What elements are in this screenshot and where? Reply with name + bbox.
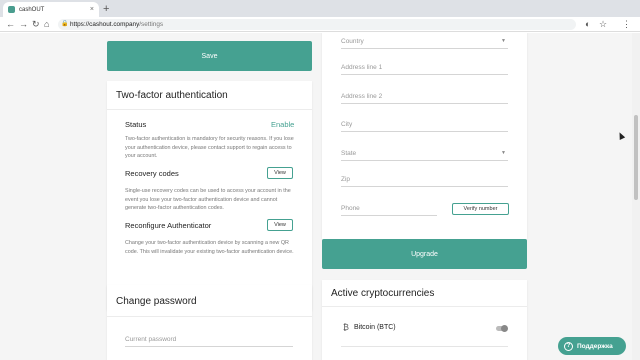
tab-title: cashOUT — [19, 6, 45, 13]
forward-icon[interactable]: → — [19, 18, 28, 30]
status-label: Status — [125, 120, 147, 129]
favicon-icon — [8, 6, 15, 13]
city-input[interactable]: City — [341, 121, 508, 132]
help-icon: ? — [564, 341, 573, 351]
chevron-down-icon: ▼ — [501, 150, 506, 156]
support-label: Поддержка — [577, 342, 613, 350]
reconfigure-description: Change your two-factor authentication de… — [125, 240, 294, 255]
list-item: ₿ Bitcoin (BTC) — [341, 323, 508, 347]
recovery-codes-label: Recovery codes — [125, 169, 179, 178]
change-password-card: Change password Current password — [107, 285, 312, 360]
change-password-title: Change password — [116, 296, 197, 307]
card-divider — [107, 316, 312, 317]
country-select[interactable]: Country ▼ — [341, 38, 508, 49]
save-button[interactable]: Save — [107, 41, 312, 71]
bitcoin-toggle[interactable] — [496, 325, 508, 332]
toggle-knob — [501, 325, 508, 332]
browser-menu-icon[interactable]: ⋮ — [622, 18, 631, 30]
reconfigure-authenticator-label: Reconfigure Authenticator — [125, 221, 212, 230]
page-scrollbar[interactable] — [632, 33, 640, 360]
address-line-1-input[interactable]: Address line 1 — [341, 64, 508, 75]
card-divider — [322, 306, 527, 307]
browser-tab-bar: cashOUT × + — [0, 0, 640, 17]
crypto-item-label: Bitcoin (BTC) — [354, 324, 396, 331]
close-tab-icon[interactable]: × — [90, 6, 94, 13]
bookmark-star-icon[interactable]: ☆ — [599, 18, 607, 30]
browser-tab[interactable]: cashOUT × — [3, 2, 99, 17]
url-host: https://cashout.company — [70, 21, 140, 28]
chevron-down-icon: ▼ — [501, 38, 506, 44]
bitcoin-icon: ₿ — [343, 323, 349, 332]
address-line-2-input[interactable]: Address line 2 — [341, 93, 508, 104]
phone-input[interactable]: Phone — [341, 205, 437, 216]
account-icon[interactable]: ◐ — [585, 18, 590, 30]
view-recovery-codes-button[interactable]: View — [267, 167, 293, 179]
back-icon[interactable]: ← — [6, 18, 15, 30]
zip-input[interactable]: Zip — [341, 176, 508, 187]
crypto-title: Active cryptocurrencies — [331, 288, 435, 299]
current-password-input[interactable]: Current password — [125, 336, 293, 347]
lock-icon: 🔒 — [61, 21, 69, 27]
enable-2fa-link[interactable]: Enable — [271, 120, 294, 129]
new-tab-button[interactable]: + — [103, 3, 109, 15]
card-divider — [107, 109, 312, 110]
reload-icon[interactable]: ↻ — [32, 18, 40, 30]
settings-page: Save Two-factor authentication Status En… — [0, 33, 632, 360]
reconfigure-authenticator-button[interactable]: View — [267, 219, 293, 231]
recovery-codes-description: Single-use recovery codes can be used to… — [125, 188, 291, 211]
state-select[interactable]: State ▼ — [341, 150, 508, 161]
home-icon[interactable]: ⌂ — [44, 18, 49, 30]
state-placeholder: State — [341, 150, 357, 157]
status-description: Two-factor authentication is mandatory f… — [125, 136, 294, 159]
upgrade-button[interactable]: Upgrade — [322, 239, 527, 269]
address-form-card: Country ▼ Address line 1 Address line 2 … — [322, 33, 527, 239]
address-bar[interactable]: 🔒 https://cashout.company/settings — [58, 19, 576, 30]
url-path: /settings — [139, 21, 164, 28]
two-factor-card: Two-factor authentication Status Enable … — [107, 81, 312, 310]
crypto-card: Active cryptocurrencies ₿ Bitcoin (BTC) — [322, 280, 527, 360]
verify-number-button[interactable]: Verify number — [452, 203, 509, 215]
support-chat-button[interactable]: ? Поддержка — [558, 337, 626, 355]
country-placeholder: Country — [341, 38, 364, 45]
two-factor-title: Two-factor authentication — [116, 90, 228, 101]
browser-nav-bar: ← → ↻ ⌂ 🔒 https://cashout.company/settin… — [0, 17, 640, 32]
scrollbar-thumb[interactable] — [634, 115, 638, 200]
